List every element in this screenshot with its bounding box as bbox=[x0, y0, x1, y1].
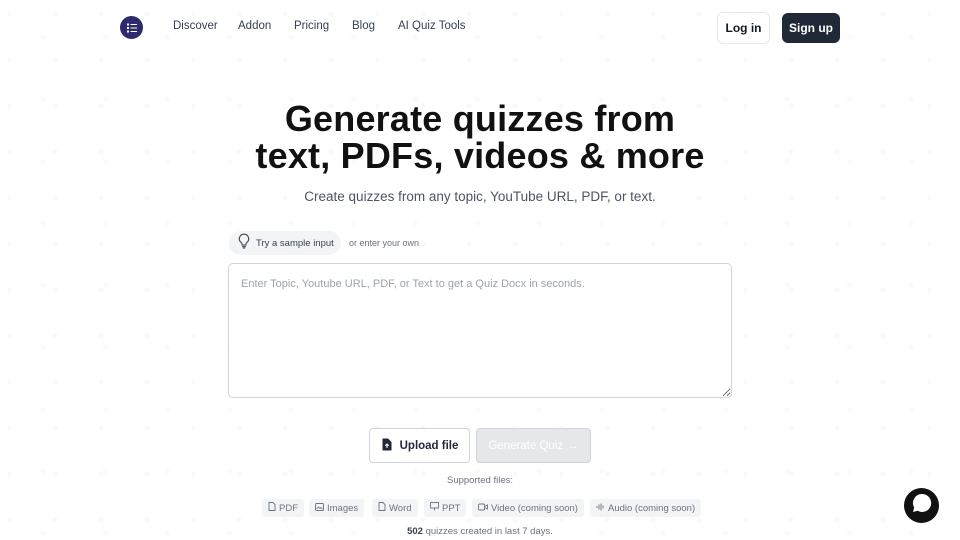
signup-button[interactable]: Sign up bbox=[782, 13, 840, 43]
supported-files-label: Supported files: bbox=[446, 475, 513, 486]
nav-link-discover[interactable]: Discover bbox=[173, 20, 218, 32]
quiz-source-input[interactable] bbox=[228, 263, 732, 398]
presentation-icon bbox=[430, 502, 439, 514]
image-icon bbox=[315, 502, 324, 514]
top-navigation: Discover Addon Pricing Blog AI Quiz Tool… bbox=[0, 0, 960, 56]
upload-file-button[interactable]: Upload file bbox=[369, 428, 470, 463]
file-type-chip: Word bbox=[372, 499, 418, 517]
audio-icon bbox=[596, 503, 605, 514]
file-upload-icon bbox=[381, 438, 393, 454]
quiz-count-suffix: quizzes created in last 7 days. bbox=[425, 526, 553, 537]
nav-link-pricing[interactable]: Pricing bbox=[294, 20, 329, 32]
quiz-count-stat: 502 quizzes created in last 7 days. bbox=[0, 526, 960, 537]
generate-quiz-button[interactable]: Generate Quiz → bbox=[476, 428, 591, 463]
file-type-chip: PDF bbox=[262, 499, 304, 517]
generate-quiz-label: Generate Quiz bbox=[488, 439, 564, 452]
nav-link-ai-quiz-tools[interactable]: AI Quiz Tools bbox=[398, 20, 466, 32]
nav-link-blog[interactable]: Blog bbox=[352, 20, 375, 32]
quiz-count-number: 502 bbox=[407, 526, 423, 537]
file-type-label: Images bbox=[327, 502, 359, 514]
hero-title-line-1: Generate quizzes from bbox=[284, 98, 676, 139]
file-type-label: Video (coming soon) bbox=[491, 502, 578, 514]
nav-link-addon[interactable]: Addon bbox=[238, 20, 271, 32]
file-type-label: PPT bbox=[442, 502, 461, 514]
file-type-label: Word bbox=[389, 502, 412, 514]
file-icon bbox=[268, 502, 276, 514]
file-type-chip: PPT bbox=[424, 499, 467, 517]
hero-subtitle: Create quizzes from any topic, YouTube U… bbox=[304, 189, 656, 204]
video-icon bbox=[478, 503, 488, 514]
lightbulb-icon bbox=[237, 233, 251, 254]
file-type-label: Audio (coming soon) bbox=[608, 502, 696, 514]
try-sample-label: Try a sample input bbox=[256, 237, 334, 249]
file-type-label: PDF bbox=[279, 502, 298, 514]
try-sample-button[interactable]: Try a sample input bbox=[229, 231, 341, 255]
login-button[interactable]: Log in bbox=[717, 12, 770, 44]
file-type-chip: Video (coming soon) bbox=[472, 499, 584, 517]
upload-file-label: Upload file bbox=[399, 439, 459, 452]
or-enter-own-label: or enter your own bbox=[349, 238, 420, 248]
chat-bubble-icon bbox=[911, 492, 933, 519]
hero-title: Generate quizzes from text, PDFs, videos… bbox=[0, 100, 960, 174]
hero-title-line-2: text, PDFs, videos & more bbox=[255, 135, 705, 176]
chat-widget-button[interactable] bbox=[904, 488, 939, 523]
file-type-chip: Images bbox=[309, 499, 365, 517]
arrow-right-icon: → bbox=[567, 439, 579, 452]
file-type-chip: Audio (coming soon) bbox=[590, 499, 702, 517]
document-icon bbox=[378, 502, 386, 514]
list-logo-icon[interactable] bbox=[120, 16, 143, 39]
